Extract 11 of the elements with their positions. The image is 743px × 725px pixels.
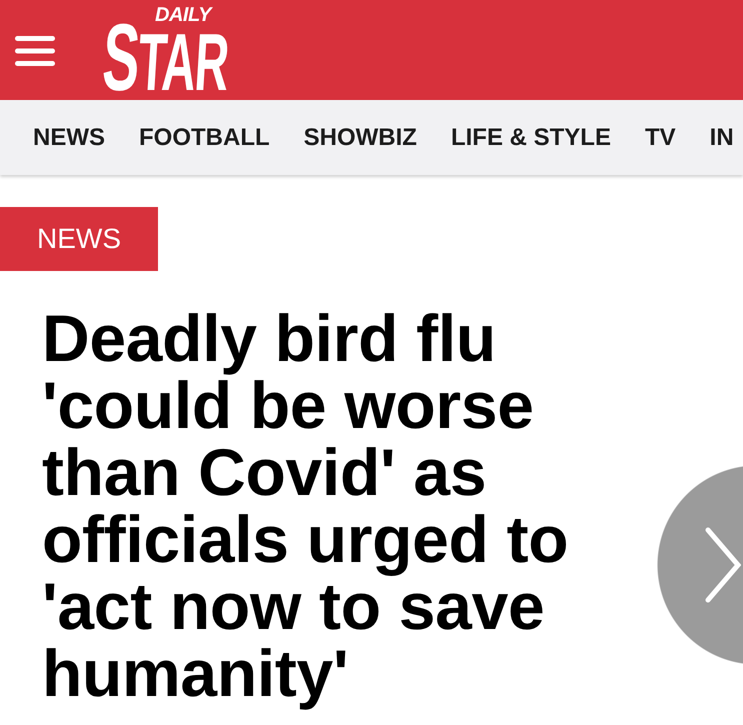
menu-icon[interactable] (15, 36, 55, 66)
nav-link[interactable]: FOOTBALL (139, 124, 270, 152)
logo-small-word[interactable]: DAILY (155, 6, 212, 24)
nav-link[interactable]: NEWS (33, 124, 105, 152)
nav-link[interactable]: TV (644, 124, 676, 152)
chevron-right-icon (705, 527, 741, 603)
nav-link[interactable]: IN (710, 124, 734, 152)
nav-link[interactable]: LIFE & STYLE (450, 124, 611, 152)
section-link[interactable]: NEWS (0, 207, 158, 271)
nav-link[interactable]: SHOWBIZ (304, 124, 417, 152)
logo-large-word[interactable]: STAR (100, 24, 230, 92)
